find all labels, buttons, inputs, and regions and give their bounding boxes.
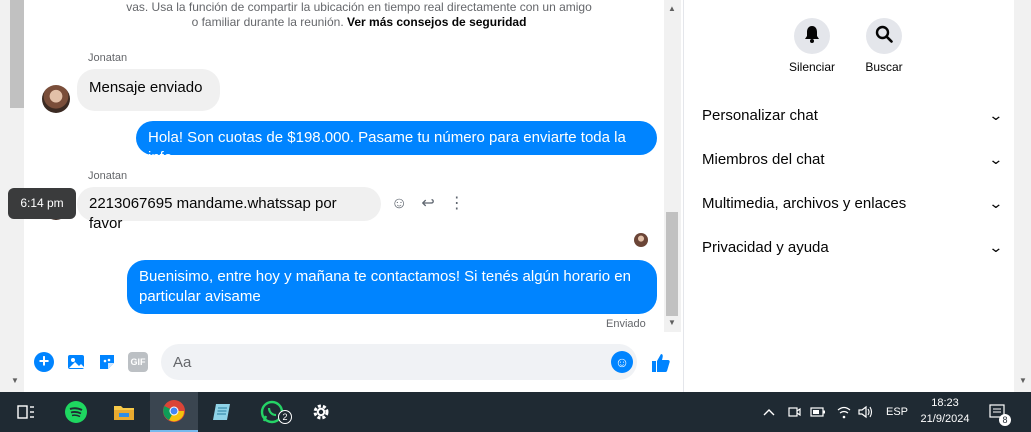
message-time-tooltip: 6:14 pm bbox=[8, 188, 76, 219]
react-emoji-icon[interactable]: ☺ bbox=[391, 194, 407, 214]
meet-now-icon[interactable] bbox=[787, 392, 801, 432]
language-indicator[interactable]: ESP bbox=[886, 392, 908, 432]
chevron-down-icon: ⌄ bbox=[988, 106, 1004, 123]
section-label: Personalizar chat bbox=[702, 106, 818, 124]
sticker-icon[interactable] bbox=[97, 352, 117, 372]
section-label: Miembros del chat bbox=[702, 150, 825, 168]
bell-icon bbox=[804, 25, 820, 48]
chevron-down-icon: ⌄ bbox=[988, 150, 1004, 167]
battery-icon[interactable] bbox=[810, 392, 826, 432]
message-status: Enviado bbox=[606, 318, 646, 330]
mute-button[interactable] bbox=[794, 18, 830, 54]
mute-label: Silenciar bbox=[788, 60, 836, 74]
sender-name: Jonatan bbox=[88, 170, 128, 182]
outgoing-message[interactable]: Hola! Son cuotas de $198.000. Pasame tu … bbox=[136, 121, 657, 166]
like-icon[interactable] bbox=[650, 352, 670, 372]
sender-name: Jonatan bbox=[88, 52, 128, 64]
message-input[interactable] bbox=[161, 344, 637, 380]
volume-icon[interactable] bbox=[857, 392, 873, 432]
image-icon[interactable] bbox=[66, 352, 86, 372]
section-customize-chat[interactable]: Personalizar chat ⌄ bbox=[702, 93, 1004, 137]
show-hidden-icons-chevron-up-icon[interactable] bbox=[762, 392, 776, 432]
clock-date: 21/9/2024 bbox=[920, 413, 970, 425]
section-chat-members[interactable]: Miembros del chat ⌄ bbox=[702, 137, 1004, 181]
safety-tips-link[interactable]: Ver más consejos de seguridad bbox=[347, 15, 526, 29]
section-label: Multimedia, archivos y enlaces bbox=[702, 194, 907, 212]
seen-avatar bbox=[634, 233, 648, 247]
more-options-icon[interactable]: ⋮ bbox=[449, 194, 465, 214]
incoming-message[interactable]: 2213067695 mandame.whatssap por favor bbox=[77, 187, 381, 232]
search-button[interactable] bbox=[866, 18, 902, 54]
incoming-message[interactable]: Mensaje enviado bbox=[77, 69, 220, 111]
chrome-icon[interactable] bbox=[150, 392, 198, 432]
chat-scroll-thumb[interactable] bbox=[666, 212, 678, 316]
file-explorer-icon[interactable] bbox=[100, 392, 148, 432]
task-view-icon[interactable] bbox=[2, 392, 50, 432]
search-label: Buscar bbox=[865, 60, 903, 74]
page-scroll-thumb[interactable] bbox=[10, 0, 24, 108]
message-composer: + GIF ☺ bbox=[24, 340, 684, 384]
chevron-down-icon: ⌄ bbox=[988, 238, 1004, 255]
notepad-icon[interactable] bbox=[198, 392, 246, 432]
taskbar: 2 ESP 18:23 21/9/2024 8 bbox=[0, 392, 1031, 432]
plus-icon[interactable]: + bbox=[34, 352, 54, 372]
outgoing-message[interactable]: Buenisimo, entre hoy y mañana te contact… bbox=[127, 260, 657, 314]
settings-gear-icon[interactable] bbox=[297, 392, 345, 432]
section-privacy-help[interactable]: Privacidad y ayuda ⌄ bbox=[702, 225, 1004, 269]
safety-notice: vas. Usa la función de compartir la ubic… bbox=[124, 0, 594, 30]
message-actions: ☺ ↩ ⋮ bbox=[391, 194, 465, 214]
taskbar-clock[interactable]: 18:23 21/9/2024 bbox=[915, 395, 975, 427]
whatsapp-icon[interactable]: 2 bbox=[248, 392, 296, 432]
avatar[interactable] bbox=[42, 85, 70, 113]
notification-center-icon[interactable]: 8 bbox=[989, 392, 1011, 432]
chat-scrollbar[interactable]: ▲ ▼ bbox=[664, 0, 681, 332]
emoji-icon[interactable]: ☺ bbox=[611, 351, 633, 373]
scroll-down-arrow-icon[interactable]: ▼ bbox=[1019, 376, 1027, 385]
spotify-icon[interactable] bbox=[52, 392, 100, 432]
scroll-up-arrow-icon[interactable]: ▲ bbox=[668, 4, 676, 13]
scroll-down-arrow-icon[interactable]: ▼ bbox=[11, 376, 19, 385]
chat-panel: vas. Usa la función de compartir la ubic… bbox=[24, 0, 684, 392]
whatsapp-badge: 2 bbox=[278, 410, 292, 424]
notification-count-badge: 8 bbox=[999, 414, 1011, 426]
reply-icon[interactable]: ↩ bbox=[421, 194, 434, 214]
wifi-icon[interactable] bbox=[836, 392, 852, 432]
scroll-down-arrow-icon[interactable]: ▼ bbox=[668, 318, 676, 327]
chevron-down-icon: ⌄ bbox=[988, 194, 1004, 211]
section-media-files-links[interactable]: Multimedia, archivos y enlaces ⌄ bbox=[702, 181, 1004, 225]
search-icon bbox=[875, 25, 893, 48]
messenger-window: ▼ vas. Usa la función de compartir la ub… bbox=[0, 0, 1031, 392]
gif-button[interactable]: GIF bbox=[128, 352, 148, 372]
details-scrollbar[interactable]: ▼ bbox=[1014, 0, 1031, 392]
section-label: Privacidad y ayuda bbox=[702, 238, 829, 256]
clock-time: 18:23 bbox=[931, 397, 959, 409]
chat-details-panel: Silenciar Buscar Personalizar chat ⌄ Mie… bbox=[684, 0, 1014, 392]
